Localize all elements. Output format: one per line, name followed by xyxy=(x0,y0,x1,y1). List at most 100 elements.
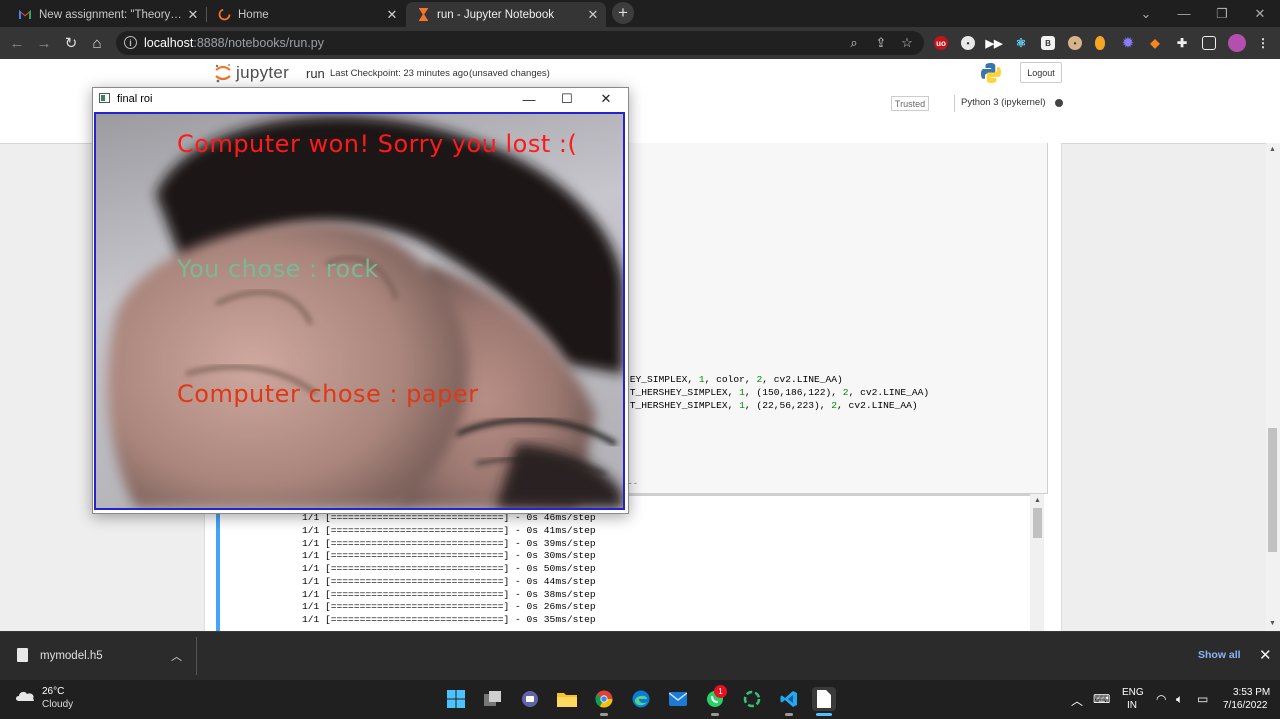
output-scrollbar-thumb[interactable] xyxy=(1033,508,1042,538)
ublock-icon[interactable]: uo xyxy=(934,36,948,50)
loader-icon[interactable] xyxy=(740,687,764,711)
tab-search-icon[interactable]: ⌄ xyxy=(1127,0,1165,27)
notebook-name[interactable]: run xyxy=(306,66,325,81)
running-indicator xyxy=(785,713,793,716)
cloud-icon[interactable] xyxy=(14,689,36,702)
back-button[interactable]: ← xyxy=(6,33,28,53)
download-file-name[interactable]: mymodel.h5 xyxy=(40,650,103,662)
roi-maximize-button[interactable]: ☐ xyxy=(548,88,586,110)
output-line: 1/1 [==============================] - 0… xyxy=(302,563,596,574)
jupyter-logo[interactable]: jupyter xyxy=(214,63,289,83)
show-all-button[interactable]: Show all xyxy=(1198,649,1241,661)
input-language[interactable]: ENG xyxy=(1122,687,1144,698)
computer-choice-text: Computer chose : paper xyxy=(177,380,479,408)
file-icon[interactable] xyxy=(812,687,836,711)
clock-time[interactable]: 3:53 PM xyxy=(1233,687,1270,698)
checkpoint-status: Last Checkpoint: 23 minutes ago xyxy=(330,68,469,79)
volume-icon[interactable]: 🔈︎ xyxy=(1176,692,1183,707)
ghost-icon[interactable]: • xyxy=(961,36,975,50)
keyboard-icon[interactable]: ⌨ xyxy=(1093,692,1110,706)
output-line: 1/1 [==============================] - 0… xyxy=(302,576,596,587)
kernel-name[interactable]: Python 3 (ipykernel) xyxy=(961,97,1045,108)
close-icon[interactable]: ✕ xyxy=(1259,646,1272,664)
tab-label: run - Jupyter Notebook xyxy=(437,8,554,21)
scroll-down-icon[interactable]: ▼ xyxy=(1269,620,1276,627)
page-scrollbar[interactable] xyxy=(1266,143,1280,631)
tab-run-notebook[interactable]: run - Jupyter Notebook ✕ xyxy=(406,2,606,27)
clock-date[interactable]: 7/16/2022 xyxy=(1223,700,1268,711)
file-explorer-icon[interactable] xyxy=(555,687,579,711)
avocado-icon[interactable] xyxy=(1095,36,1105,50)
bookmark-star-icon[interactable]: ☆ xyxy=(899,35,915,51)
face-icon[interactable]: • xyxy=(1068,36,1082,50)
chevron-up-icon[interactable]: ︿ xyxy=(171,648,182,664)
roi-minimize-button[interactable]: — xyxy=(510,88,548,110)
url-text[interactable]: localhost:8888/notebooks/run.py xyxy=(144,36,324,50)
code-line: NT_HERSHEY_SIMPLEX, 1, (150,186,122), 2,… xyxy=(624,387,930,398)
forward-button[interactable]: → xyxy=(33,33,55,53)
url-host: localhost xyxy=(144,36,194,50)
weather-description[interactable]: Cloudy xyxy=(42,699,73,710)
reload-button[interactable]: ↻ xyxy=(60,33,82,53)
battery-icon[interactable]: ▭ xyxy=(1197,692,1208,706)
chrome-icon[interactable] xyxy=(592,687,616,711)
roi-close-button[interactable]: ✕ xyxy=(587,88,625,110)
window-app-icon xyxy=(99,93,110,103)
wifi-icon[interactable]: ◠ xyxy=(1156,692,1166,706)
python-logo-icon xyxy=(980,62,1002,84)
start-icon[interactable] xyxy=(444,687,468,711)
profile-icon[interactable] xyxy=(1228,34,1246,52)
webcam-frame: Computer won! Sorry you lost :( You chos… xyxy=(94,112,625,510)
sidebar-icon[interactable] xyxy=(1202,36,1216,50)
minimize-button[interactable]: — xyxy=(1165,0,1203,27)
forward-icon[interactable]: ▶▶ xyxy=(986,36,1003,50)
more-menu-icon[interactable]: ⋮ xyxy=(1256,36,1270,50)
tab-close-icon[interactable]: ✕ xyxy=(586,7,600,22)
restore-button[interactable]: ❐ xyxy=(1203,0,1241,27)
chevron-up-icon[interactable]: ︿ xyxy=(1071,692,1083,709)
logout-button[interactable]: Logout xyxy=(1020,62,1062,83)
input-region[interactable]: IN xyxy=(1127,700,1137,711)
new-tab-button[interactable]: + xyxy=(612,2,634,24)
output-collapse-bar[interactable] xyxy=(216,510,220,631)
output-line: 1/1 [==============================] - 0… xyxy=(302,538,596,549)
teams-icon[interactable] xyxy=(518,687,542,711)
scroll-up-icon[interactable]: ▲ xyxy=(1034,497,1041,504)
tab-label: New assignment: "Theory and La xyxy=(39,8,182,21)
trusted-badge[interactable]: Trusted xyxy=(891,96,929,111)
output-line: 1/1 [==============================] - 0… xyxy=(302,601,596,612)
page-scrollbar-thumb[interactable] xyxy=(1268,428,1277,552)
jupyter-loading-icon xyxy=(217,8,231,22)
zoom-icon[interactable]: ⌕ xyxy=(846,35,862,51)
home-button[interactable]: ⌂ xyxy=(86,33,108,53)
edge-icon[interactable] xyxy=(629,687,653,711)
fox-icon[interactable]: ◆ xyxy=(1148,36,1162,50)
gear-purple-icon[interactable]: ✹ xyxy=(1121,35,1135,50)
tab-home[interactable]: Home ✕ xyxy=(207,2,405,27)
site-info-icon[interactable]: i xyxy=(124,36,137,49)
running-indicator xyxy=(600,713,608,716)
tab-close-icon[interactable]: ✕ xyxy=(186,7,200,22)
close-button[interactable]: ✕ xyxy=(1241,0,1279,27)
puzzle-icon[interactable]: ✚ xyxy=(1175,36,1189,50)
tab-gmail[interactable]: New assignment: "Theory and La ✕ xyxy=(8,2,206,27)
code-line: NT_HERSHEY_SIMPLEX, 1, (22,56,223), 2, c… xyxy=(624,400,918,411)
mail-icon[interactable] xyxy=(666,687,690,711)
task-view-icon[interactable] xyxy=(481,687,505,711)
jupyter-logo-icon xyxy=(215,64,231,83)
output-line: 1/1 [==============================] - 0… xyxy=(302,525,596,536)
result-text: Computer won! Sorry you lost :( xyxy=(177,130,578,158)
b-icon[interactable]: B xyxy=(1041,36,1055,50)
output-line: 1/1 [==============================] - 0… xyxy=(302,550,596,561)
jupyter-logo-text: jupyter xyxy=(236,63,290,82)
tab-close-icon[interactable]: ✕ xyxy=(385,7,399,22)
share-icon[interactable]: ⇪ xyxy=(873,35,889,51)
download-shelf xyxy=(0,631,1280,681)
weather-temperature[interactable]: 26°C xyxy=(42,686,64,697)
vscode-icon[interactable] xyxy=(777,687,801,711)
scroll-up-icon[interactable]: ▲ xyxy=(1269,146,1276,153)
file-icon xyxy=(17,648,28,662)
kernel-divider xyxy=(954,95,955,112)
notification-badge: 1 xyxy=(714,685,727,698)
react-icon[interactable]: ⚛ xyxy=(1014,36,1028,50)
